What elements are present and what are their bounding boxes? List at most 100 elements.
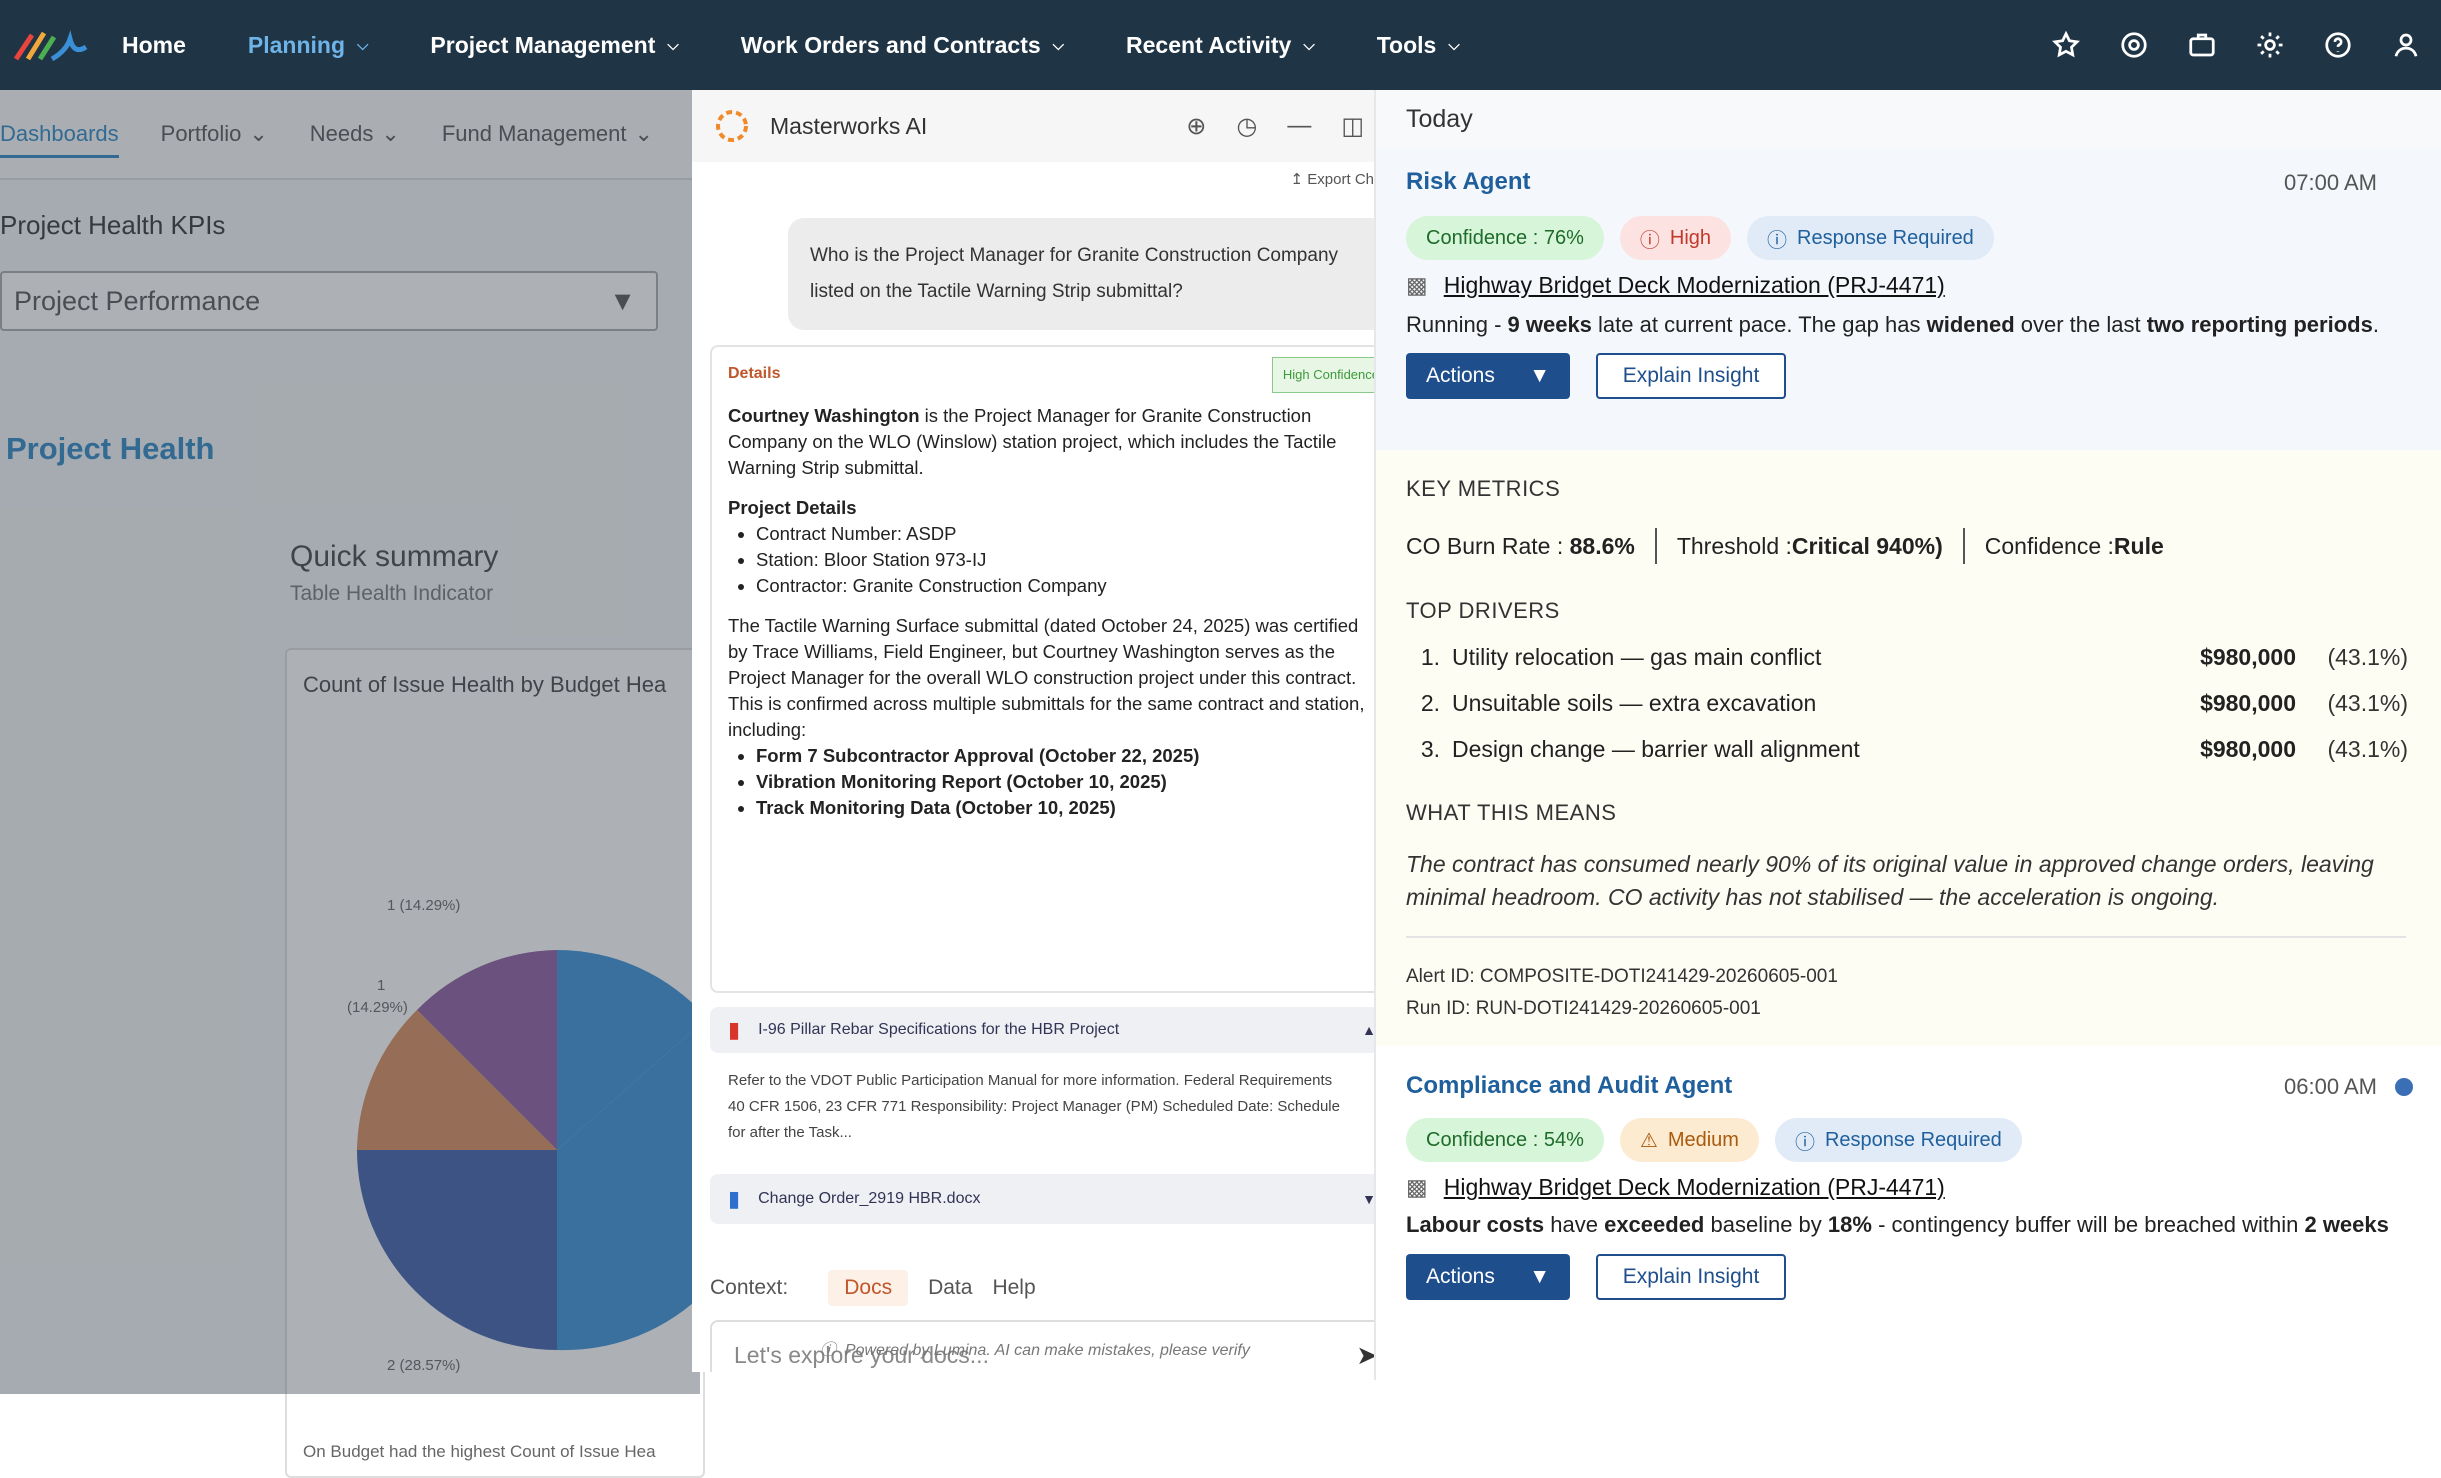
help-icon[interactable] xyxy=(2323,30,2353,60)
nav-home[interactable]: Home xyxy=(122,32,186,59)
modal-overlay[interactable] xyxy=(0,90,700,1394)
button-label: Actions xyxy=(1426,364,1495,387)
run-id: Run ID: RUN-DOTI241429-20260605-001 xyxy=(1406,998,1761,1019)
badge-text: Response Required xyxy=(1824,1128,2002,1151)
context-tab-data[interactable]: Data xyxy=(928,1276,972,1300)
user-question: Who is the Project Manager for Granite C… xyxy=(788,218,1374,330)
driver-row: 3. Design change — barrier wall alignment… xyxy=(1406,736,2408,763)
top-drivers-title: TOP DRIVERS xyxy=(1406,598,1560,623)
nav-recent-activity[interactable]: Recent Activity ⌵ xyxy=(1126,32,1315,59)
insight-description: Labour costs have exceeded baseline by 1… xyxy=(1406,1212,2389,1238)
minimize-icon[interactable]: — xyxy=(1287,112,1311,141)
star-icon[interactable] xyxy=(2051,30,2081,60)
gear-icon[interactable] xyxy=(2255,30,2285,60)
actions-button[interactable]: Actions ▼ xyxy=(1406,353,1570,399)
driver-text: Utility relocation — gas main conflict xyxy=(1452,644,1822,670)
nav-work-orders[interactable]: Work Orders and Contracts ⌵ xyxy=(741,32,1064,59)
desc-text: 18% xyxy=(1827,1212,1872,1237)
desc-text: exceeded xyxy=(1604,1212,1705,1237)
answer-paragraph: The Tactile Warning Surface submittal (d… xyxy=(728,615,1365,740)
export-chat-button[interactable]: ↥ Export Ch xyxy=(1291,170,1374,188)
nav-label: Project Management xyxy=(430,31,656,58)
context-selector: Context: Docs Data Help xyxy=(710,1270,1036,1306)
nav-label: Home xyxy=(122,31,186,58)
explain-insight-button[interactable]: Explain Insight xyxy=(1596,353,1786,399)
desc-text: baseline by xyxy=(1704,1212,1828,1237)
insight-card-risk: Risk Agent 07:00 AM Confidence : 76% ⓘ Hi… xyxy=(1376,148,2441,450)
chevron-down-icon: ⌵ xyxy=(1448,36,1460,54)
unread-dot xyxy=(2395,1078,2413,1096)
attachment-name: Change Order_2919 HBR.docx xyxy=(758,1190,981,1207)
building-icon: ▩ xyxy=(1406,272,1428,298)
list-item: Vibration Monitoring Report (October 10,… xyxy=(756,769,1372,795)
project-link[interactable]: ▩ Highway Bridget Deck Modernization (PRJ… xyxy=(1406,272,1945,299)
context-tab-docs[interactable]: Docs xyxy=(828,1270,909,1306)
pdf-file-icon: ▮ xyxy=(728,1017,741,1042)
new-chat-icon[interactable]: ⊕ xyxy=(1186,112,1206,141)
explain-insight-button[interactable]: Explain Insight xyxy=(1596,1254,1786,1300)
driver-number: 2. xyxy=(1420,690,1440,716)
notification-icon[interactable] xyxy=(2119,30,2149,60)
metric-label: Confidence : xyxy=(1984,532,2114,559)
insight-time: 07:00 AM xyxy=(2284,170,2377,195)
badge-text: Medium xyxy=(1667,1128,1739,1151)
chat-title: Masterworks AI xyxy=(770,112,928,139)
desc-text: . xyxy=(2372,312,2379,337)
metric-label: Threshold : xyxy=(1676,532,1792,559)
agent-name[interactable]: Risk Agent xyxy=(1406,168,1530,196)
info-icon: ⓘ xyxy=(820,1342,837,1359)
driver-text: Unsuitable soils — extra excavation xyxy=(1452,690,1817,716)
list-item: Contractor: Granite Construction Company xyxy=(756,573,1372,599)
severity-badge: ⓘ High xyxy=(1619,216,1732,260)
actions-button[interactable]: Actions ▼ xyxy=(1406,1254,1570,1300)
powered-by-note: ⓘ Powered by Lumina. AI can make mistake… xyxy=(820,1336,1250,1360)
project-name: Highway Bridget Deck Modernization (PRJ-… xyxy=(1443,1174,1945,1200)
nav-tools[interactable]: Tools ⌵ xyxy=(1377,32,1460,59)
agent-name[interactable]: Compliance and Audit Agent xyxy=(1406,1072,1732,1100)
user-icon[interactable] xyxy=(2391,30,2421,60)
chevron-up-icon[interactable]: ▲ xyxy=(1362,1022,1374,1038)
send-icon[interactable]: ➤ xyxy=(1356,1340,1374,1371)
nav-label: Work Orders and Contracts xyxy=(740,31,1041,58)
driver-amount: $980,000 xyxy=(2200,644,2296,670)
warning-icon: ⚠ xyxy=(1639,1129,1658,1152)
attachment-docx[interactable]: ▮ Change Order_2919 HBR.docx ▼ xyxy=(710,1174,1374,1224)
history-icon[interactable]: ◷ xyxy=(1236,112,1257,141)
button-label: Actions xyxy=(1426,1265,1495,1288)
chevron-down-icon[interactable]: ▼ xyxy=(1362,1191,1374,1207)
key-metrics-title: KEY METRICS xyxy=(1406,476,1561,501)
dock-icon[interactable]: ◫ xyxy=(1341,112,1364,141)
desc-text: - contingency buffer will be breached wi… xyxy=(1871,1212,2305,1237)
action-row: Actions ▼ Explain Insight xyxy=(1406,1254,1786,1300)
app-logo[interactable] xyxy=(0,0,100,90)
alert-circle-icon: ⓘ xyxy=(1639,229,1660,252)
project-link[interactable]: ▩ Highway Bridget Deck Modernization (PRJ… xyxy=(1406,1174,1945,1201)
nav-project-management[interactable]: Project Management ⌵ xyxy=(430,32,678,59)
nav-label: Planning xyxy=(247,31,346,58)
driver-percent: (43.1%) xyxy=(2327,690,2408,716)
info-icon: ⓘ xyxy=(1794,1131,1815,1154)
nav-planning[interactable]: Planning ⌵ xyxy=(248,32,369,59)
alert-id: Alert ID: COMPOSITE-DOTI241429-20260605-… xyxy=(1406,966,1838,987)
context-tab-help[interactable]: Help xyxy=(992,1276,1035,1300)
action-row: Actions ▼ Explain Insight xyxy=(1406,353,1786,399)
attachment-pdf[interactable]: ▮ I-96 Pillar Rebar Specifications for t… xyxy=(710,1007,1374,1053)
masterworks-logo-icon xyxy=(716,110,748,142)
badge-row: Confidence : 54% ⚠ Medium ⓘ Response Requi… xyxy=(1406,1118,2022,1162)
confidence-badge: Confidence : 54% xyxy=(1406,1118,1604,1162)
chevron-down-icon: ⌵ xyxy=(357,36,369,54)
desc-text: 2 weeks xyxy=(2304,1212,2389,1237)
badge-text: Confidence : 54% xyxy=(1426,1128,1584,1151)
response-badge: ⓘ Response Required xyxy=(1747,216,1994,260)
what-this-means-text: The contract has consumed nearly 90% of … xyxy=(1406,851,2374,910)
docx-file-icon: ▮ xyxy=(728,1186,741,1211)
answer-name: Courtney Washington xyxy=(728,405,920,426)
insight-card-compliance: Compliance and Audit Agent 06:00 AM Conf… xyxy=(1376,1046,2441,1300)
nav-icon-group xyxy=(2051,0,2421,90)
driver-number: 1. xyxy=(1420,644,1440,670)
briefcase-icon[interactable] xyxy=(2187,30,2217,60)
insight-description: Running - 9 weeks late at current pace. … xyxy=(1406,312,2379,338)
list-item: Form 7 Subcontractor Approval (October 2… xyxy=(756,743,1372,769)
badge-row: Confidence : 76% ⓘ High ⓘ Response Require… xyxy=(1406,216,1994,260)
desc-text: have xyxy=(1544,1212,1605,1237)
